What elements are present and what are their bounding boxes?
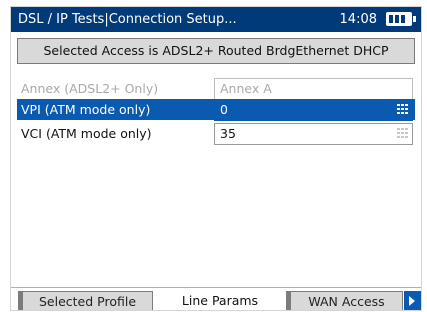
- tab-selected-profile[interactable]: Selected Profile: [18, 291, 153, 310]
- tab-bar: Selected Profile Line Params WAN Access: [11, 287, 421, 310]
- window-title: DSL / IP Tests|Connection Setup...: [18, 12, 237, 27]
- param-row-annex: Annex (ADSL2+ Only) Annex A: [17, 78, 415, 100]
- vci-field[interactable]: 35: [214, 123, 413, 145]
- app-window: DSL / IP Tests|Connection Setup... 14:08…: [10, 6, 422, 311]
- selected-access-banner: Selected Access is ADSL2+ Routed BrdgEth…: [17, 38, 415, 64]
- clock: 14:08: [339, 12, 377, 27]
- vci-value: 35: [220, 126, 236, 141]
- param-label-annex: Annex (ADSL2+ Only): [21, 81, 159, 96]
- param-row-vci[interactable]: VCI (ATM mode only) 35: [17, 123, 415, 145]
- param-label-vci: VCI (ATM mode only): [21, 126, 152, 141]
- chevron-right-icon: [409, 296, 415, 306]
- annex-field: Annex A: [214, 78, 413, 100]
- param-row-vpi[interactable]: VPI (ATM mode only) 0: [17, 99, 415, 121]
- title-bar: DSL / IP Tests|Connection Setup... 14:08: [11, 7, 421, 32]
- tab-wan-access[interactable]: WAN Access: [286, 291, 403, 310]
- tab-line-params[interactable]: Line Params: [161, 291, 279, 310]
- tab-scroll-right-button[interactable]: [404, 291, 421, 310]
- vpi-field[interactable]: 0: [214, 99, 413, 121]
- keypad-icon[interactable]: [397, 104, 408, 115]
- param-label-vpi: VPI (ATM mode only): [21, 102, 151, 117]
- keypad-icon[interactable]: [397, 128, 408, 139]
- battery-icon: [386, 12, 416, 26]
- vpi-value: 0: [220, 102, 228, 117]
- annex-value: Annex A: [220, 81, 272, 96]
